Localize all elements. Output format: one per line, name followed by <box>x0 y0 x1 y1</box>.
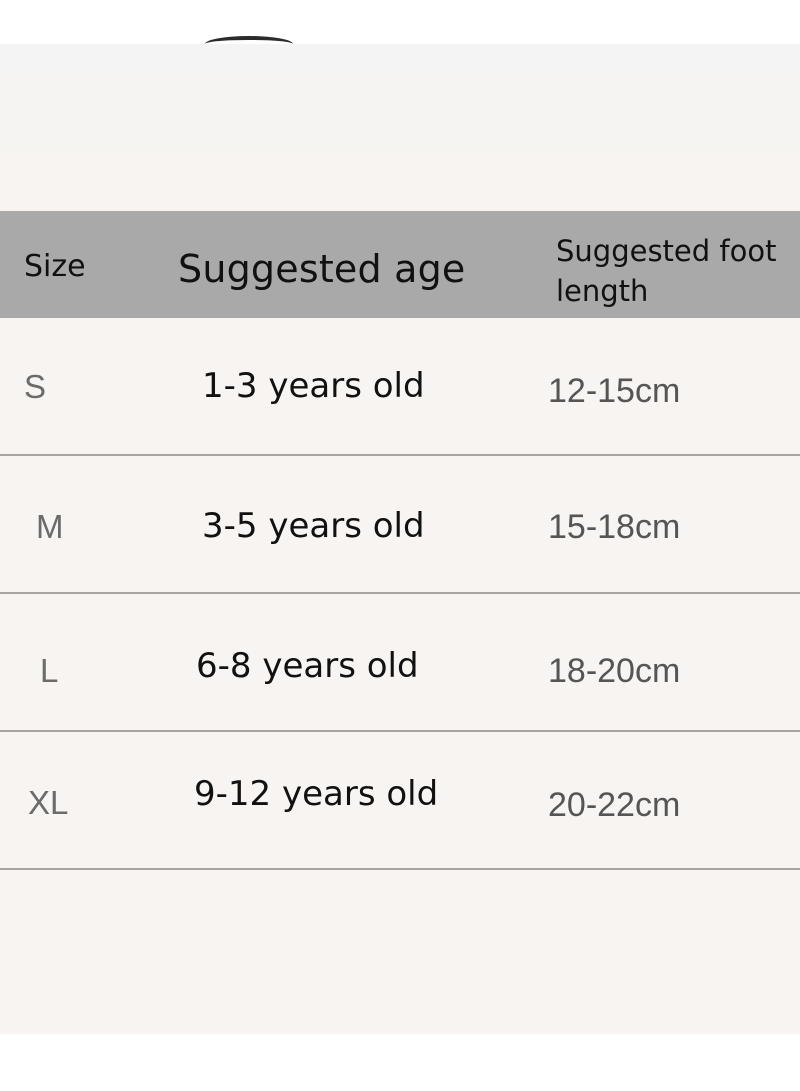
foot-length-cell: 18-20cm <box>548 652 681 690</box>
foot-length-cell: 15-18cm <box>548 508 681 546</box>
table-row: L 6-8 years old 18-20cm <box>0 594 800 732</box>
header-size: Size <box>24 249 86 284</box>
size-chart-table: Size Suggested age Suggested foot length… <box>0 211 800 870</box>
table-row: M 3-5 years old 15-18cm <box>0 456 800 594</box>
foot-length-cell: 12-15cm <box>548 372 681 410</box>
size-cell: XL <box>28 784 69 821</box>
size-cell: M <box>36 508 64 545</box>
table-row: XL 9-12 years old 20-22cm <box>0 732 800 870</box>
table-header-row: Size Suggested age Suggested foot length <box>0 211 800 318</box>
size-cell: L <box>40 652 59 689</box>
foot-length-cell: 20-22cm <box>548 786 681 824</box>
header-suggested-age: Suggested age <box>178 247 466 291</box>
age-cell: 6-8 years old <box>196 646 419 686</box>
table-row: S 1-3 years old 12-15cm <box>0 318 800 456</box>
size-cell: S <box>24 368 47 405</box>
top-edge-shape <box>205 36 293 52</box>
header-suggested-foot-length: Suggested foot length <box>556 234 777 308</box>
age-cell: 1-3 years old <box>202 366 425 406</box>
top-background-fade <box>0 44 800 164</box>
age-cell: 9-12 years old <box>194 774 439 814</box>
age-cell: 3-5 years old <box>202 506 425 546</box>
